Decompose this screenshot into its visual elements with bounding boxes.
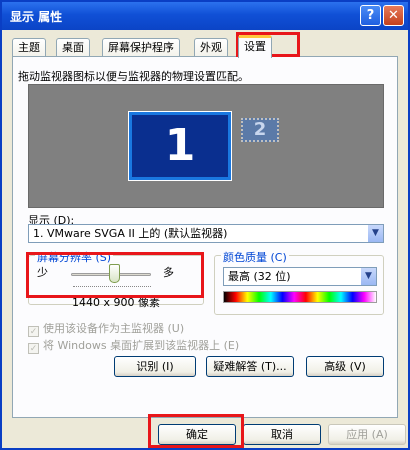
resolution-label: 屏幕分辨率 (S) [35,249,114,265]
monitor-instructions: 拖动监视器图标以便与监视器的物理设置匹配。 [18,70,249,83]
color-quality-value: 最高 (32 位) [228,270,291,283]
monitor-2-icon[interactable]: 2 [241,118,279,142]
display-select-value: 1. VMware SVGA II 上的 (默认监视器) [33,227,228,240]
advanced-button[interactable]: 高级 (V) [306,356,384,377]
color-quality-label: 颜色质量 (C) [221,249,289,265]
help-button[interactable]: ? [360,5,381,26]
resolution-value: 1440 x 900 像素 [72,296,160,309]
tab-themes[interactable]: 主题 [12,38,46,57]
chevron-down-icon[interactable]: ▼ [367,225,383,242]
title-bar[interactable]: 显示 属性 ? ✕ [2,2,408,30]
resolution-more-label: 多 [163,266,174,279]
chevron-down-icon[interactable]: ▼ [360,268,376,285]
monitor-1-icon[interactable]: 1 [128,111,232,181]
tab-screensaver[interactable]: 屏幕保护程序 [102,38,180,57]
display-properties-window: 显示 属性 ? ✕ 主题 桌面 屏幕保护程序 外观 设置 拖动监视器图标以便与监… [0,0,410,450]
window-title: 显示 属性 [10,10,63,24]
monitor-arrangement-area: 1 2 [28,84,384,208]
resolution-less-label: 少 [37,266,48,279]
color-quality-select[interactable]: 最高 (32 位) ▼ [223,267,377,286]
ok-button[interactable]: 确定 [158,424,236,445]
checkbox-checked-icon[interactable]: ✓ [28,326,39,337]
color-spectrum-bar [223,291,377,303]
checkbox-checked-icon[interactable]: ✓ [28,343,39,354]
primary-monitor-checkbox[interactable]: ✓ 使用该设备作为主监视器 (U) [28,320,184,337]
cancel-button[interactable]: 取消 [243,424,321,445]
color-quality-group: 颜色质量 (C) 最高 (32 位) ▼ [214,249,384,315]
tab-appearance[interactable]: 外观 [194,38,228,57]
tab-settings[interactable]: 设置 [238,35,272,58]
resolution-slider-thumb[interactable] [109,264,120,283]
identify-button[interactable]: 识别 (I) [114,356,196,377]
display-select[interactable]: 1. VMware SVGA II 上的 (默认监视器) ▼ [28,224,384,243]
extend-desktop-checkbox[interactable]: ✓ 将 Windows 桌面扩展到该监视器上 (E) [28,337,239,354]
apply-button[interactable]: 应用 (A) [328,424,406,445]
close-button[interactable]: ✕ [383,5,404,26]
tab-desktop[interactable]: 桌面 [56,38,90,57]
troubleshoot-button[interactable]: 疑难解答 (T)... [206,356,294,377]
slider-ticks [73,286,151,288]
